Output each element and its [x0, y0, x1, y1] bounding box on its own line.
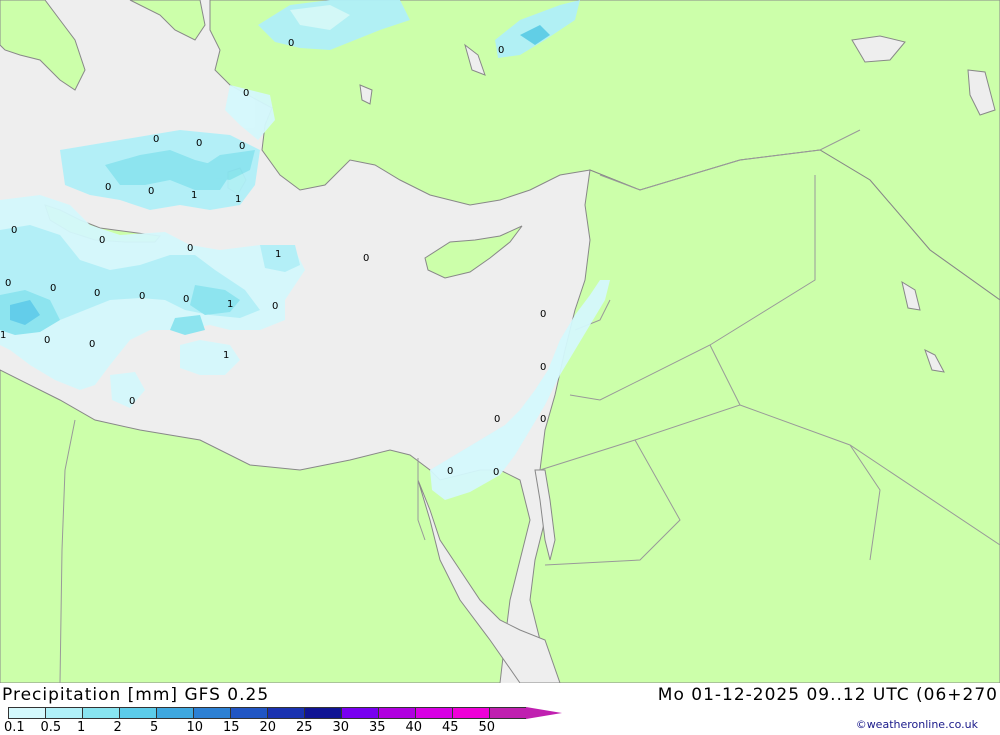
contour-label: 0: [493, 467, 499, 478]
legend-swatch: [267, 707, 304, 719]
contour-label: 0: [272, 301, 278, 312]
contour-label: 0: [288, 38, 294, 49]
legend-swatch: [156, 707, 193, 719]
legend-swatch: [230, 707, 267, 719]
legend-swatch: [8, 707, 45, 719]
contour-label: 1: [227, 299, 233, 310]
legend-arrow: [526, 707, 562, 719]
legend-swatch: [489, 707, 526, 719]
legend-swatch: [193, 707, 230, 719]
contour-label: 0: [540, 309, 546, 320]
precipitation-map: 0 0 0 0 0 0 1 1 0 0 0 1 0 0 0 0 1 0 1 0 …: [0, 0, 1000, 683]
legend-labels: 0.1 0.5 1 2 5 10 15 20 25 30 35 40 45 50: [0, 720, 520, 735]
contour-label: 0: [447, 466, 453, 477]
legend-swatch: [415, 707, 452, 719]
contour-label: 0: [129, 396, 135, 407]
legend-swatch: [304, 707, 341, 719]
contour-label: 0: [139, 291, 145, 302]
contour-label: 1: [235, 194, 241, 205]
color-legend: [8, 707, 562, 719]
contour-label: 0: [187, 243, 193, 254]
footer: Precipitation [mm] GFS 0.25 Mo 01-12-202…: [0, 683, 1000, 735]
contour-label: 0: [94, 288, 100, 299]
valid-time: Mo 01-12-2025 09..12 UTC (06+270: [657, 685, 998, 705]
product-title: Precipitation [mm] GFS 0.25: [2, 685, 270, 705]
contour-label: 0: [105, 182, 111, 193]
legend-swatch: [82, 707, 119, 719]
legend-swatch: [452, 707, 489, 719]
contour-label: 0: [363, 253, 369, 264]
contour-label: 0: [44, 335, 50, 346]
contour-label: 0: [498, 45, 504, 56]
contour-label: 1: [275, 249, 281, 260]
contour-label: 0: [5, 278, 11, 289]
contour-label: 0: [99, 235, 105, 246]
legend-swatch: [378, 707, 415, 719]
legend-swatch: [45, 707, 82, 719]
contour-label: 1: [223, 350, 229, 361]
contour-label: 0: [50, 283, 56, 294]
contour-label: 1: [191, 190, 197, 201]
contour-label: 0: [243, 88, 249, 99]
contour-label: 0: [89, 339, 95, 350]
contour-label: 0: [183, 294, 189, 305]
contour-label: 0: [540, 414, 546, 425]
legend-swatch: [119, 707, 156, 719]
contour-label: 0: [148, 186, 154, 197]
contour-label: 1: [0, 330, 6, 341]
contour-label: 0: [196, 138, 202, 149]
legend-swatch: [341, 707, 378, 719]
contour-label: 0: [494, 414, 500, 425]
contour-label: 0: [239, 141, 245, 152]
contour-label: 0: [540, 362, 546, 373]
contour-label: 0: [11, 225, 17, 236]
contour-label: 0: [153, 134, 159, 145]
credit-link[interactable]: ©weatheronline.co.uk: [856, 718, 978, 731]
